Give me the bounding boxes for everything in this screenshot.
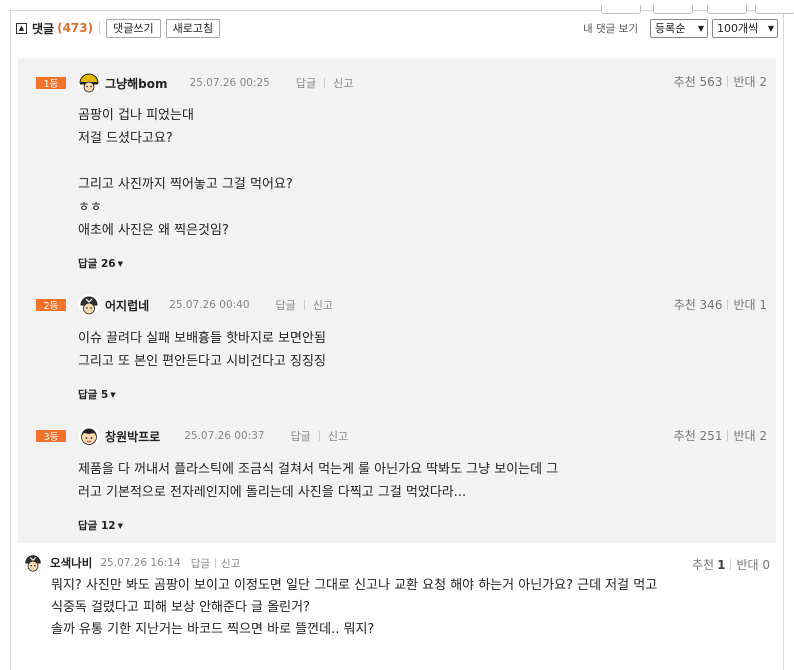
recommend-count[interactable]: 추천 251 [674, 427, 723, 444]
recommend-label[interactable]: 추천 [692, 556, 714, 573]
nickname[interactable]: 창원박프로 [105, 428, 160, 445]
report-link[interactable]: 신고 [313, 297, 333, 313]
comment-body: 곰팡이 겁나 피었는대 저걸 드셨다고요? 그리고 사진까지 찍어놓고 그걸 먹… [78, 108, 293, 238]
vote-counts: 추천 251 반대 2 [674, 427, 767, 444]
recommend-count: 1 [717, 557, 726, 572]
report-link[interactable]: 신고 [221, 556, 240, 571]
report-link[interactable]: 신고 [328, 428, 348, 444]
divider [215, 558, 217, 568]
skull-avatar-icon [78, 294, 100, 316]
skull-avatar-icon [23, 553, 43, 573]
caret-down-icon: ▼ [117, 260, 123, 268]
vote-counts: 추천 346 반대 1 [674, 296, 767, 313]
nickname[interactable]: 오색나비 [50, 555, 92, 571]
write-comment-button[interactable]: 댓글쓰기 [106, 18, 161, 38]
oppose-count[interactable]: 반대 0 [736, 556, 770, 573]
caret-down-icon: ▼ [117, 522, 123, 530]
comment-count: (473) [57, 21, 94, 35]
refresh-button[interactable]: 새로고침 [165, 18, 221, 38]
nickname[interactable]: 그냥해bom [105, 75, 167, 92]
replies-toggle[interactable]: 답글 26 ▼ [78, 256, 123, 271]
reply-link[interactable]: 답글 [191, 556, 210, 571]
vote-counts: 추천 1 반대 0 [692, 556, 770, 573]
comment-body: 뭐지? 사진만 봐도 곰팡이 보이고 이정도면 일단 그대로 신고나 교환 요청… [51, 578, 658, 637]
avatar[interactable] [78, 72, 100, 94]
nickname[interactable]: 어지럽네 [105, 297, 149, 314]
reply-link[interactable]: 답글 [291, 428, 311, 444]
per-page-select[interactable]: 100개씩 ▼ [712, 18, 778, 38]
avatar[interactable] [78, 425, 100, 447]
boy-avatar-icon [78, 425, 100, 447]
comment-toolbar: ▲ 댓글 (473) 댓글쓰기 새로고침 내 댓글 보기 등록순 ▼ 100개씩… [10, 14, 784, 42]
replies-count: 답글 5 [78, 389, 109, 401]
vote-counts: 추천 563 반대 2 [674, 73, 767, 90]
oppose-count[interactable]: 반대 2 [733, 427, 767, 444]
comment-body: 제품을 다 꺼내서 플라스틱에 조금식 걸쳐서 먹는게 룰 아닌가요 딱봐도 그… [78, 462, 559, 500]
divider [99, 22, 101, 34]
oppose-count[interactable]: 반대 2 [733, 73, 767, 90]
helmet-avatar-icon [78, 72, 100, 94]
replies-count: 답글 12 [78, 520, 116, 532]
recommend-count[interactable]: 추천 346 [674, 296, 723, 313]
replies-toggle[interactable]: 답글 5 ▼ [78, 387, 116, 402]
sort-select[interactable]: 등록순 ▼ [650, 18, 708, 38]
sort-select-value: 등록순 [655, 22, 686, 35]
divider [318, 431, 320, 441]
report-link[interactable]: 신고 [333, 75, 353, 91]
avatar[interactable] [78, 294, 100, 316]
comment-datetime: 25.07.26 16:14 [100, 557, 181, 569]
caret-down-icon: ▼ [110, 391, 116, 399]
reply-link[interactable]: 답글 [296, 75, 316, 91]
replies-toggle[interactable]: 답글 12 ▼ [78, 518, 123, 533]
divider [324, 78, 326, 88]
recommend-count[interactable]: 추천 563 [674, 73, 723, 90]
avatar[interactable] [23, 553, 43, 573]
divider [303, 300, 305, 310]
replies-count: 답글 26 [78, 258, 116, 270]
rank-badge: 2등 [36, 299, 66, 312]
per-page-select-value: 100개씩 [717, 22, 759, 35]
comment-title: 댓글 [32, 21, 55, 36]
chevron-down-icon: ▼ [697, 23, 704, 33]
comment-datetime: 25.07.26 00:25 [189, 77, 270, 89]
collapse-icon[interactable]: ▲ [16, 22, 27, 34]
my-comments-link[interactable]: 내 댓글 보기 [583, 21, 638, 36]
rank-badge: 3등 [36, 430, 66, 443]
reply-link[interactable]: 답글 [276, 297, 296, 313]
comment-datetime: 25.07.26 00:37 [184, 430, 265, 442]
chevron-down-icon: ▼ [767, 23, 774, 33]
comment-datetime: 25.07.26 00:40 [169, 299, 250, 311]
rank-badge: 1등 [36, 77, 66, 90]
oppose-count[interactable]: 반대 1 [733, 296, 767, 313]
comment-body: 이슈 끌려다 실패 보배흉들 핫바지로 보면안됨 그리고 또 본인 편안든다고 … [78, 331, 326, 369]
